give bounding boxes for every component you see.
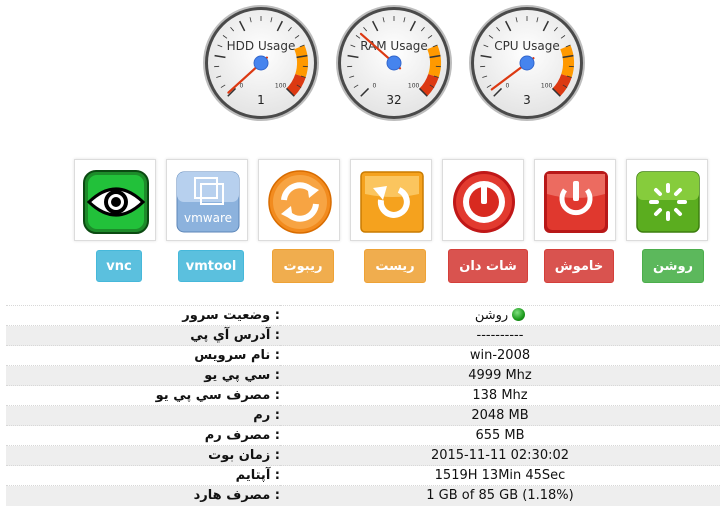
table-row: : وضعيت سرور روشن: [6, 305, 720, 326]
table-row: : سي پي يو 4999 Mhz: [6, 365, 720, 386]
table-row: : زمان بوت 2015-11-11 02:30:02: [6, 445, 720, 466]
ram-usage-gauge: 0 100 RAM Usage 32: [335, 4, 453, 122]
uptime-value: 1519H 13Min 45Sec: [280, 465, 720, 486]
table-row: : مصرف رم 655 MB: [6, 425, 720, 446]
ram-usage-value: 655 MB: [280, 425, 720, 446]
cpu-label: : سي پي يو: [6, 365, 280, 386]
ram-usage-label: : مصرف رم: [6, 425, 280, 446]
gauge-max-label: 100: [408, 83, 420, 90]
vmtool-button[interactable]: vmtool: [178, 250, 244, 282]
refresh-icon: [268, 170, 332, 234]
reboot-button[interactable]: ريبوت: [272, 249, 334, 283]
table-row: : مصرف هارد 1 GB of 85 GB (1.18%): [6, 485, 720, 506]
gauge-value: 1: [257, 93, 265, 107]
gauge-needle-cap: [253, 55, 269, 71]
gauge-title: CPU Usage: [494, 39, 560, 53]
power-icon: [453, 171, 515, 233]
table-row: : آپتايم 1519H 13Min 45Sec: [6, 465, 720, 486]
ip-label: : آدرس آي پي: [6, 325, 280, 346]
reset-icon: [360, 171, 424, 233]
disk-usage-label: : مصرف هارد: [6, 485, 280, 506]
poweron-tile[interactable]: [626, 159, 708, 241]
service-name-label: : نام سرويس: [6, 345, 280, 366]
gauge-needle-cap: [519, 55, 535, 71]
ram-label: : رم: [6, 405, 280, 426]
cpu-value: 4999 Mhz: [280, 365, 720, 386]
boot-time-label: : زمان بوت: [6, 445, 280, 466]
gauge-value: 32: [386, 93, 401, 107]
vmtool-tile[interactable]: vmware: [166, 159, 248, 241]
reset-tile[interactable]: [350, 159, 432, 241]
table-row: : مصرف سي پي يو 138 Mhz: [6, 385, 720, 406]
cpu-usage-label: : مصرف سي پي يو: [6, 385, 280, 406]
service-name-value: win-2008: [280, 345, 720, 366]
disk-usage-value: 1 GB of 85 GB (1.18%): [280, 485, 720, 506]
boot-time-value: 2015-11-11 02:30:02: [280, 445, 720, 466]
gauge-max-label: 100: [275, 83, 287, 90]
loading-icon: [636, 171, 700, 233]
cpu-usage-gauge: 0 100 CPU Usage 3: [468, 4, 586, 122]
gauge-value: 3: [523, 93, 531, 107]
vmware-icon: vmware: [176, 171, 240, 233]
gauge-min-label: 0: [505, 83, 509, 90]
table-row: : نام سرويس win-2008: [6, 345, 720, 366]
ram-value: 2048 MB: [280, 405, 720, 426]
status-online-icon: [512, 308, 526, 321]
gauge-title: HDD Usage: [227, 39, 296, 53]
shutdown-tile[interactable]: [442, 159, 524, 241]
gauge-min-label: 0: [239, 83, 243, 90]
poweroff-tile[interactable]: [534, 159, 616, 241]
svg-text:vmware: vmware: [184, 211, 232, 225]
table-row: : رم 2048 MB: [6, 405, 720, 426]
vnc-button[interactable]: vnc: [96, 250, 142, 282]
hdd-usage-gauge: 0 100 HDD Usage 1: [202, 4, 320, 122]
shutdown-button[interactable]: شات دان: [448, 249, 528, 283]
cpu-usage-value: 138 Mhz: [280, 385, 720, 406]
gauge-needle-cap: [386, 55, 402, 71]
poweroff-button[interactable]: خاموش: [544, 249, 614, 283]
ip-value: ----------: [280, 325, 720, 346]
gauge-max-label: 100: [541, 83, 553, 90]
reset-button[interactable]: ريست: [364, 249, 426, 283]
vnc-tile[interactable]: [74, 159, 156, 241]
uptime-label: : آپتايم: [6, 465, 280, 486]
poweron-button[interactable]: روشن: [642, 249, 704, 283]
status-value: روشن: [280, 305, 720, 326]
table-row: : آدرس آي پي ----------: [6, 325, 720, 346]
server-info-table: : وضعيت سرور روشن : آدرس آي پي ---------…: [6, 305, 720, 506]
reboot-tile[interactable]: [258, 159, 340, 241]
status-label: : وضعيت سرور: [6, 305, 280, 326]
gauge-min-label: 0: [372, 83, 376, 90]
power-off-icon: [544, 171, 608, 233]
eye-icon: [83, 170, 149, 234]
